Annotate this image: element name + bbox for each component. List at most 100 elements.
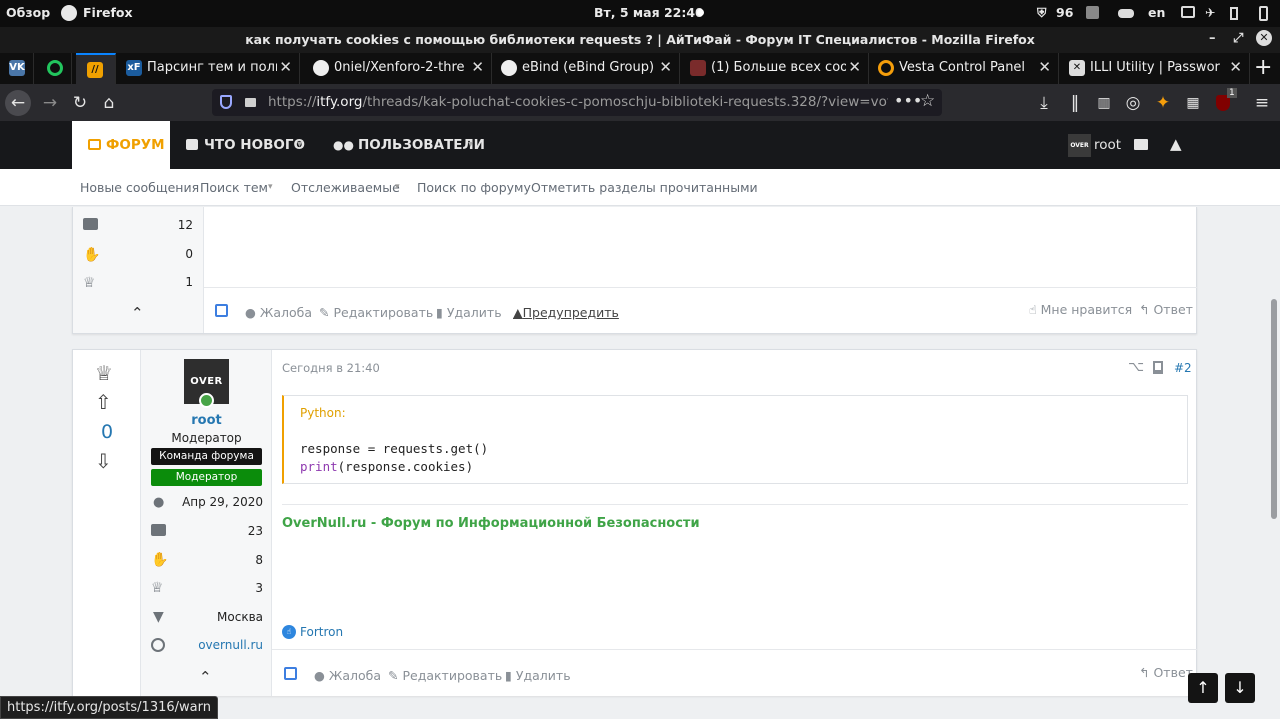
- scrollbar-thumb[interactable]: [1271, 299, 1277, 519]
- code-print-keyword: print: [300, 459, 338, 474]
- bell-icon[interactable]: ▲: [1170, 135, 1182, 153]
- nav-forum[interactable]: ФОРУМ: [72, 121, 170, 169]
- shield-icon[interactable]: ⛨: [1037, 5, 1046, 21]
- code-line-1: response = requests.get(): [300, 441, 489, 456]
- clipboard-icon[interactable]: [1086, 6, 1099, 19]
- whats-new-dropdown-icon[interactable]: ▾: [297, 121, 302, 169]
- cloud-icon[interactable]: [1118, 9, 1134, 18]
- volume-icon[interactable]: [1230, 7, 1238, 20]
- close-tab-icon[interactable]: ✕: [659, 58, 672, 76]
- bookmark-icon[interactable]: [1153, 361, 1163, 374]
- page-actions-icon[interactable]: •••: [894, 91, 922, 110]
- subnav-watched[interactable]: Отслеживаемые: [291, 180, 400, 195]
- lock-icon[interactable]: [245, 98, 256, 107]
- collapse-chevron-up-icon[interactable]: ⌃: [199, 668, 212, 686]
- address-bar[interactable]: https://itfy.org/threads/kak-poluchat-co…: [212, 89, 942, 116]
- delete-label: Удалить: [446, 305, 502, 320]
- extensions-grid-icon[interactable]: ▦: [1180, 90, 1206, 116]
- hamburger-menu-icon[interactable]: ≡: [1249, 90, 1275, 116]
- envelope-icon[interactable]: [1134, 139, 1148, 150]
- nav-whats-new[interactable]: ЧТО НОВОГО: [186, 121, 305, 169]
- reload-icon[interactable]: ↻: [67, 90, 93, 116]
- pinned-tab-itfy-active[interactable]: //: [76, 53, 116, 84]
- firefox-app-icon: [61, 5, 77, 21]
- post-2-report-button[interactable]: ● Жалоба: [314, 668, 381, 683]
- post-2-reply-button[interactable]: ↰ Ответ: [1139, 665, 1193, 680]
- signature-link[interactable]: OverNull.ru - Форум по Информационной Бе…: [282, 516, 700, 531]
- home-icon[interactable]: ⌂: [96, 90, 122, 116]
- post-1-like-button[interactable]: ☝ Мне нравится: [1029, 302, 1132, 317]
- app-menu-firefox[interactable]: Firefox: [83, 5, 133, 20]
- close-tab-icon[interactable]: ✕: [848, 58, 861, 76]
- tab-cookies[interactable]: (1) Больше всех coo ✕: [681, 53, 869, 84]
- tab-parsing[interactable]: xF Парсинг тем и поль ✕: [117, 53, 300, 84]
- post-1-select-checkbox[interactable]: [215, 304, 228, 317]
- author-name[interactable]: root: [141, 413, 272, 428]
- subnav-search-topics[interactable]: Поиск тем: [200, 180, 268, 195]
- forward-arrow-icon[interactable]: →: [37, 90, 63, 116]
- extension-icon[interactable]: ✦: [1150, 90, 1176, 116]
- watched-dropdown-icon[interactable]: ▾: [395, 182, 400, 192]
- battery-icon[interactable]: [1259, 6, 1268, 21]
- search-topics-dropdown-icon[interactable]: ▾: [268, 182, 273, 192]
- downvote-arrow-icon[interactable]: ⇩: [95, 449, 112, 473]
- screen-icon[interactable]: [1181, 6, 1195, 18]
- account-username[interactable]: root: [1094, 137, 1121, 153]
- pinned-tab-vk[interactable]: VK: [0, 53, 34, 84]
- tracking-shield-icon[interactable]: [220, 95, 232, 109]
- back-arrow-icon[interactable]: ←: [5, 90, 31, 116]
- reaction-user-link[interactable]: Fortron: [300, 625, 343, 639]
- post-1-edit-button[interactable]: ✎ Редактировать: [319, 305, 433, 320]
- post-2-select-checkbox[interactable]: [284, 667, 297, 680]
- library-icon[interactable]: ‖: [1062, 90, 1088, 116]
- subnav-search-forum[interactable]: Поиск по форуму: [417, 180, 531, 195]
- post-1-delete-button[interactable]: ▮ Удалить: [436, 305, 502, 320]
- post-number-link[interactable]: #2: [1174, 361, 1192, 375]
- upvote-arrow-icon[interactable]: ⇧: [95, 390, 112, 414]
- subnav-new-messages[interactable]: Новые сообщения: [80, 180, 199, 195]
- bookmark-star-icon[interactable]: ☆: [920, 91, 935, 111]
- maximize-icon[interactable]: ⤢: [1233, 31, 1243, 46]
- tab-illi[interactable]: ✕ ILLI Utility | Passwor ✕: [1060, 53, 1250, 84]
- close-tab-icon[interactable]: ✕: [471, 58, 484, 76]
- close-tab-icon[interactable]: ✕: [1229, 58, 1242, 76]
- user-avatar[interactable]: OVER: [1068, 134, 1091, 157]
- best-answer-trophy-icon[interactable]: ♕: [95, 361, 113, 385]
- post-date[interactable]: Сегодня в 21:40: [282, 361, 380, 375]
- post-1-reply-button[interactable]: ↰ Ответ: [1139, 302, 1193, 317]
- users-dropdown-icon[interactable]: ▾: [468, 121, 473, 169]
- close-tab-icon[interactable]: ✕: [279, 58, 292, 76]
- url-text[interactable]: https://itfy.org/threads/kak-poluchat-co…: [268, 94, 888, 110]
- clock[interactable]: Вт, 5 мая 22:40: [594, 5, 704, 20]
- reply-arrow-icon: ↰: [1139, 665, 1150, 680]
- warn-label: Предупредить: [522, 305, 619, 320]
- collapse-chevron-up-icon[interactable]: ⌃: [131, 304, 144, 322]
- tab-github-ebind[interactable]: eBind (eBind Group) ✕: [492, 53, 680, 84]
- downloads-icon[interactable]: ⤓: [1031, 90, 1057, 116]
- subnav-mark-read[interactable]: Отметить разделы прочитанными: [531, 180, 758, 195]
- page-scrollbar[interactable]: [1268, 207, 1280, 696]
- tab-label: 0niel/Xenforo-2-thre: [334, 60, 465, 75]
- minimize-icon[interactable]: –: [1209, 31, 1216, 46]
- activities-button[interactable]: Обзор: [6, 5, 50, 20]
- tab-vesta[interactable]: Vesta Control Panel ✕: [869, 53, 1059, 84]
- new-tab-icon[interactable]: +: [1254, 55, 1272, 80]
- airplane-mode-icon[interactable]: ✈: [1205, 5, 1215, 20]
- post-1-report-button[interactable]: ● Жалоба: [245, 305, 312, 320]
- author-website-link[interactable]: overnull.ru: [181, 638, 263, 652]
- post-2-delete-button[interactable]: ▮ Удалить: [505, 668, 571, 683]
- close-window-icon[interactable]: ✕: [1256, 30, 1272, 46]
- keyboard-layout[interactable]: en: [1148, 5, 1165, 20]
- scroll-to-top-button[interactable]: ↑: [1188, 673, 1218, 703]
- post-1-warn-button[interactable]: ▲Предупредить: [513, 305, 619, 320]
- share-icon[interactable]: ⌥: [1128, 359, 1144, 375]
- sidebar-icon[interactable]: ▥: [1091, 90, 1117, 116]
- close-tab-icon[interactable]: ✕: [1038, 58, 1051, 76]
- post-2-edit-button[interactable]: ✎ Редактировать: [388, 668, 502, 683]
- nav-users[interactable]: ●● ПОЛЬЗОВАТЕЛИ: [333, 121, 485, 169]
- scroll-to-bottom-button[interactable]: ↓: [1225, 673, 1255, 703]
- pinned-tab-green[interactable]: [38, 53, 72, 84]
- notification-dot-icon: [697, 9, 704, 16]
- tab-github-xenforo[interactable]: 0niel/Xenforo-2-thre ✕: [304, 53, 492, 84]
- account-icon[interactable]: ◎: [1120, 90, 1146, 116]
